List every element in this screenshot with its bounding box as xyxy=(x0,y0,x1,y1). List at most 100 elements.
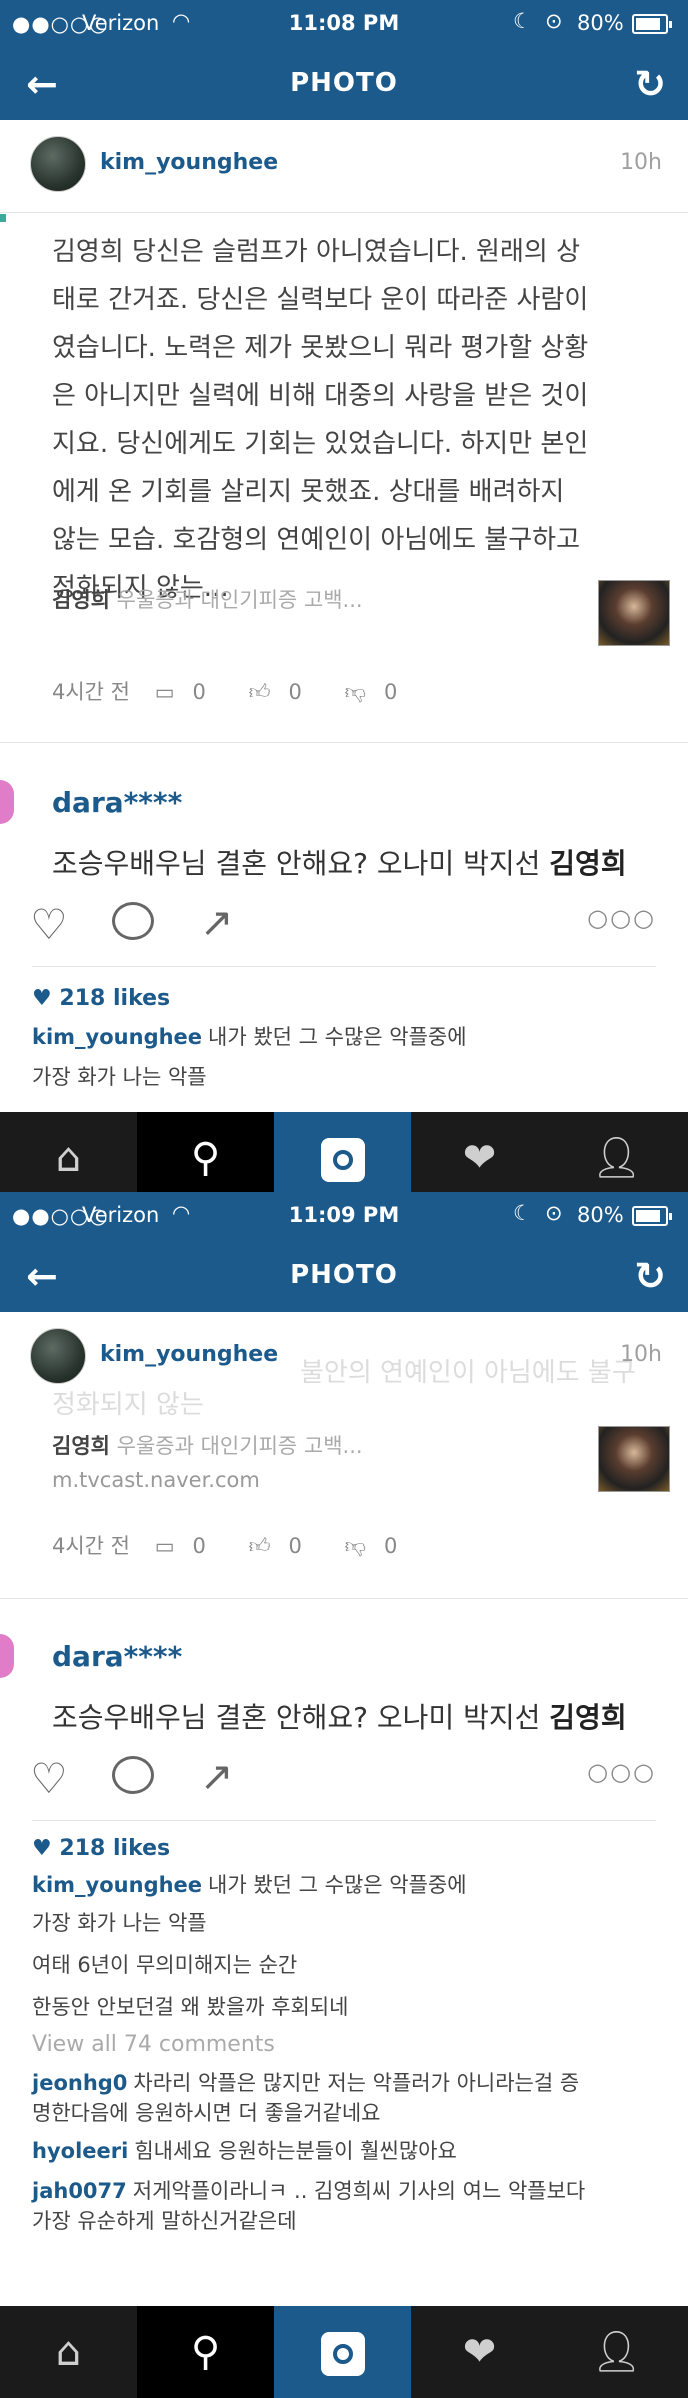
heart-icon[interactable]: ♡ xyxy=(30,900,68,949)
meta-time: 4시간 전 xyxy=(52,680,130,704)
tab-profile[interactable]: 👤︎ xyxy=(548,1112,685,1192)
reply-text: 차라리 악플은 많지만 저는 악플러가 아니라는걸 증 xyxy=(133,2071,580,2095)
link-text: 김영희 우울증과 대인기피증 고백... xyxy=(52,584,672,614)
tab-home[interactable]: ⌂ xyxy=(0,1112,137,1192)
profile-icon: 👤︎ xyxy=(591,2329,642,2375)
share-icon[interactable]: ↗ xyxy=(200,1754,234,1800)
dislike-count: 👎︎ 0 xyxy=(345,1534,416,1558)
search-icon: ⚲ xyxy=(190,1135,221,1181)
share-icon[interactable]: ↗ xyxy=(200,900,234,946)
likes-count: ♥ 218 likes xyxy=(32,986,170,1011)
home-icon: ⌂ xyxy=(55,1135,82,1181)
comment-user[interactable]: kim_younghee xyxy=(32,1873,202,1897)
reply-user[interactable]: jeonhg0 xyxy=(32,2071,127,2095)
tab-bar: ⌂ ⚲ ❤ 👤︎ xyxy=(0,1112,688,1192)
battery-icon xyxy=(632,1206,672,1226)
action-bar: ♡ ↗ ○○○ xyxy=(0,1754,688,1814)
reply-text: 저게악플이라니ㅋ .. 김영희씨 기사의 여느 악플보다 xyxy=(132,2179,586,2203)
accent-mark xyxy=(0,214,6,222)
view-all-comments-link[interactable]: View all 74 comments xyxy=(32,2032,275,2057)
article-line: 않는 모습. 호감형의 연예인이 아님에도 불구하고 xyxy=(52,525,580,555)
action-bar: ♡ ↗ ○○○ xyxy=(0,900,688,960)
more-options-icon[interactable]: ○○○ xyxy=(587,1758,656,1786)
comment-text-plain: 조승우배우님 결혼 안해요? 오나미 박지선 xyxy=(52,847,550,880)
tab-photo[interactable] xyxy=(274,2306,411,2398)
comment-count-value: 0 xyxy=(192,680,206,704)
likes-count-value: 218 likes xyxy=(59,1836,171,1861)
comment-icon: ▭ xyxy=(154,1534,175,1558)
pink-marker xyxy=(0,1634,14,1678)
article-line: 은 아니지만 실력에 비해 대중의 사랑을 받은 것이 xyxy=(52,381,589,411)
post-header: 불안의 연예인이 아님에도 불구 정화되지 않는 kim_younghee 10… xyxy=(0,1312,688,1420)
link-title: 우울증과 대인기피증 고백... xyxy=(116,588,363,612)
comment-line: kim_younghee 내가 봤던 그 수많은 악플중에 xyxy=(32,1870,662,1900)
comment-line: 가장 화가 나는 악플 xyxy=(32,1908,662,1938)
divider xyxy=(0,742,688,743)
reply-line: hyoleeri 힘내세요 응원하는분들이 훨씬많아요 xyxy=(32,2136,662,2166)
comment-count: ▭ 0 xyxy=(155,1534,224,1558)
comment-line-text: 한동안 안보던걸 왜 봤을까 후회되네 xyxy=(32,1995,349,2019)
comment-author: dara**** xyxy=(52,786,183,819)
post-username[interactable]: kim_younghee xyxy=(100,1342,278,1367)
reply-line-cont: 명한다음에 응원하시면 더 좋을거같네요 xyxy=(32,2101,381,2125)
thumbs-up-icon: 👍︎ xyxy=(248,680,271,704)
tab-home[interactable]: ⌂ xyxy=(0,2306,137,2398)
like-heart-icon: ♥ xyxy=(32,986,52,1011)
article-meta: 4시간 전 ▭ 0 👍︎ 0 👎︎ 0 xyxy=(52,1530,433,1560)
comment-count-value: 0 xyxy=(192,1534,206,1558)
home-icon: ⌂ xyxy=(55,2329,82,2375)
tab-profile[interactable]: 👤︎ xyxy=(548,2306,685,2398)
dislike-count-value: 0 xyxy=(383,680,398,704)
like-count-value: 0 xyxy=(288,680,302,704)
tab-activity[interactable]: ❤ xyxy=(411,1112,548,1192)
tab-search[interactable]: ⚲ xyxy=(137,1112,274,1192)
ghost-text: 정화되지 않는 xyxy=(52,1390,204,1420)
more-options-icon[interactable]: ○○○ xyxy=(587,904,656,932)
like-count: 👍︎ 0 xyxy=(249,1534,320,1558)
battery-percent: 80% xyxy=(577,11,624,35)
tab-activity[interactable]: ❤ xyxy=(411,2306,548,2398)
article-meta: 4시간 전 ▭ 0 👍︎ 0 👎︎ 0 xyxy=(52,676,433,706)
refresh-icon[interactable]: ↻ xyxy=(634,1254,666,1298)
dislike-count: 👎︎ 0 xyxy=(345,680,416,704)
heart-bubble-icon: ❤ xyxy=(462,2329,497,2375)
divider xyxy=(32,966,656,967)
reply-line: jeonhg0 차라리 악플은 많지만 저는 악플러가 아니라는걸 증 xyxy=(32,2068,662,2098)
link-card[interactable]: 김영희 우울증과 대인기피증 고백... xyxy=(52,580,672,664)
thumbs-down-icon: 👎︎ xyxy=(344,1534,366,1558)
likes-count-value: 218 likes xyxy=(59,986,171,1011)
post-username[interactable]: kim_younghee xyxy=(100,150,278,175)
comment-user[interactable]: kim_younghee xyxy=(32,1025,202,1049)
comment-text: 조승우배우님 결혼 안해요? 오나미 박지선 김영희 xyxy=(52,1696,627,1736)
battery-icon xyxy=(632,14,672,34)
comment-bubble-icon[interactable] xyxy=(112,902,154,940)
post-header: kim_younghee 10h xyxy=(0,120,688,220)
reply-text: 힘내세요 응원하는분들이 훨씬많아요 xyxy=(134,2139,457,2163)
avatar[interactable] xyxy=(30,136,86,192)
reply-user[interactable]: jah0077 xyxy=(32,2179,127,2203)
link-card[interactable]: 김영희 우울증과 대인기피증 고백... m.tvcast.naver.com xyxy=(52,1426,672,1510)
comment-line: 한동안 안보던걸 왜 봤을까 후회되네 xyxy=(32,1992,662,2022)
heart-bubble-icon: ❤ xyxy=(462,1135,497,1181)
comment-bubble-icon[interactable] xyxy=(112,1756,154,1794)
comment-line: kim_younghee 내가 봤던 그 수많은 악플중에 xyxy=(32,1022,662,1052)
meta-time: 4시간 전 xyxy=(52,1534,130,1558)
comment-line-text: 여태 6년이 무의미해지는 순간 xyxy=(32,1953,298,1977)
reply-user[interactable]: hyoleeri xyxy=(32,2139,128,2163)
comment-line-text: 가장 화가 나는 악플 xyxy=(32,1911,207,1935)
heart-icon[interactable]: ♡ xyxy=(30,1754,68,1803)
post-time: 10h xyxy=(620,150,662,175)
divider xyxy=(0,1598,688,1599)
dislike-count-value: 0 xyxy=(383,1534,398,1558)
tab-photo[interactable] xyxy=(274,1112,411,1192)
thumbs-up-icon: 👍︎ xyxy=(248,1534,271,1558)
link-thumbnail xyxy=(598,580,670,646)
refresh-icon[interactable]: ↻ xyxy=(634,62,666,106)
tab-search[interactable]: ⚲ xyxy=(137,2306,274,2398)
avatar[interactable] xyxy=(30,1328,86,1384)
nav-bar: ← PHOTO ↻ xyxy=(0,1240,688,1312)
link-name: 김영희 xyxy=(52,588,110,612)
ghost-text: 불안의 연예인이 아님에도 불구 xyxy=(300,1358,636,1388)
like-count-value: 0 xyxy=(288,1534,302,1558)
comment-text: 조승우배우님 결혼 안해요? 오나미 박지선 김영희 xyxy=(52,842,627,882)
